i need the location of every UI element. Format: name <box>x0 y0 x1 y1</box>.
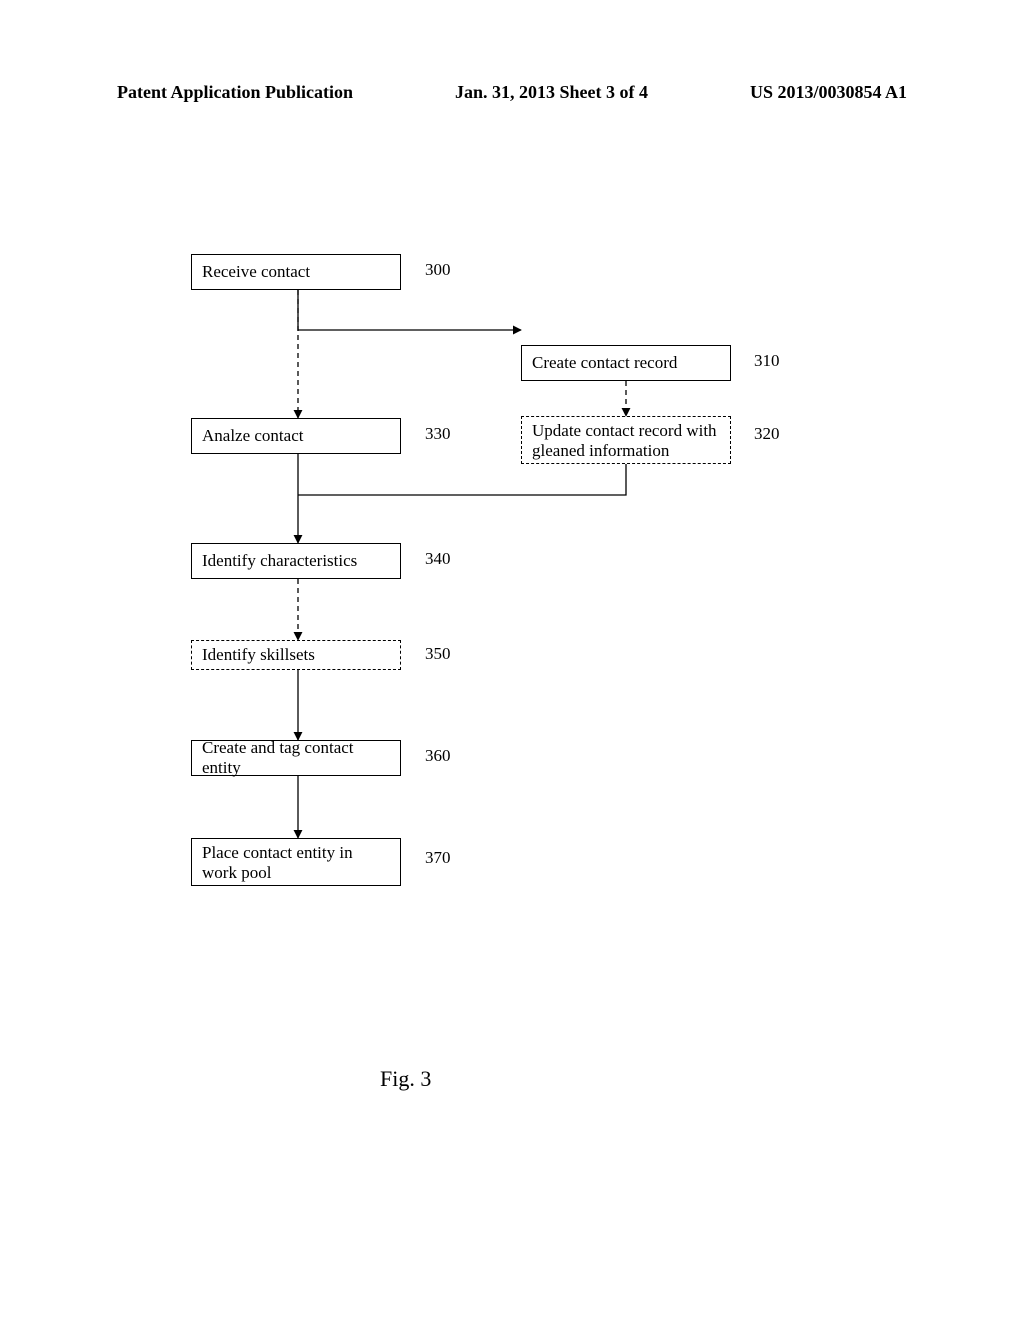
ref-330: 330 <box>425 424 451 444</box>
node-analyze-contact: Analze contact <box>191 418 401 454</box>
ref-310: 310 <box>754 351 780 371</box>
node-create-tag-entity: Create and tag contact entity <box>191 740 401 776</box>
connectors-svg <box>0 0 1024 1320</box>
node-label: Identify skillsets <box>202 645 315 665</box>
node-label: Place contact entity in work pool <box>202 843 390 883</box>
ref-300: 300 <box>425 260 451 280</box>
node-label: Create and tag contact entity <box>202 738 390 778</box>
node-identify-skillsets: Identify skillsets <box>191 640 401 670</box>
node-create-contact-record: Create contact record <box>521 345 731 381</box>
node-place-in-pool: Place contact entity in work pool <box>191 838 401 886</box>
node-update-contact-record: Update contact record with gleaned infor… <box>521 416 731 464</box>
node-label: Identify characteristics <box>202 551 357 571</box>
ref-370: 370 <box>425 848 451 868</box>
node-identify-characteristics: Identify characteristics <box>191 543 401 579</box>
figure-label: Fig. 3 <box>380 1066 431 1092</box>
node-label: Update contact record with gleaned infor… <box>532 421 720 461</box>
node-label: Create contact record <box>532 353 677 373</box>
ref-320: 320 <box>754 424 780 444</box>
node-label: Receive contact <box>202 262 310 282</box>
node-label: Analze contact <box>202 426 303 446</box>
ref-340: 340 <box>425 549 451 569</box>
node-receive-contact: Receive contact <box>191 254 401 290</box>
ref-360: 360 <box>425 746 451 766</box>
flowchart-canvas: Receive contact 300 Create contact recor… <box>0 0 1024 1320</box>
ref-350: 350 <box>425 644 451 664</box>
